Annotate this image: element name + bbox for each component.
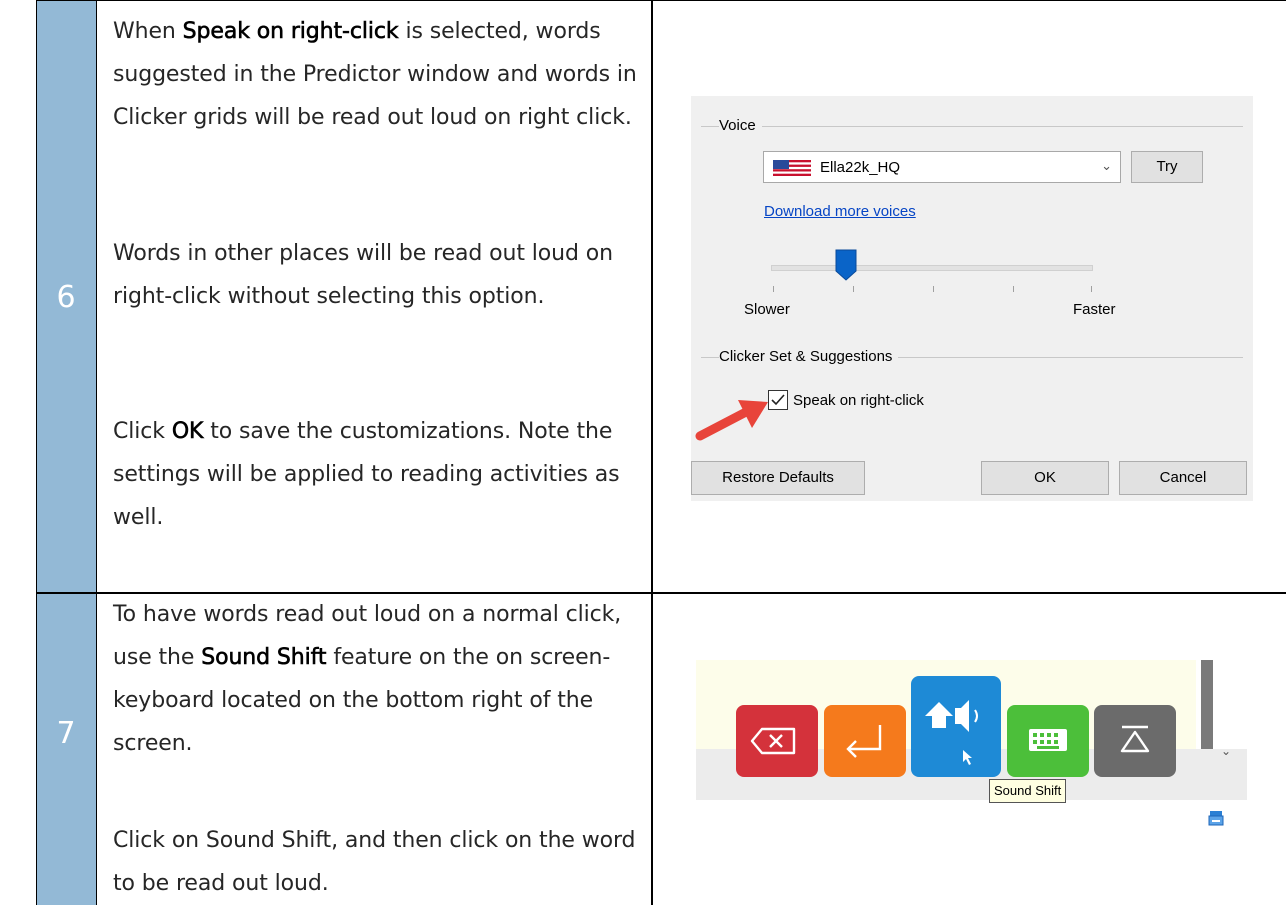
- enter-icon: [846, 725, 882, 758]
- table-border: [36, 0, 1286, 1]
- speak-checkbox-label[interactable]: Speak on right-click: [793, 392, 924, 409]
- ok-button[interactable]: OK: [981, 461, 1109, 495]
- table-border: [651, 0, 653, 905]
- eject-icon: [1120, 725, 1150, 753]
- restore-defaults-button[interactable]: Restore Defaults: [691, 461, 865, 495]
- chevron-down-icon[interactable]: ⌄: [1221, 744, 1231, 758]
- voice-name: Ella22k_HQ: [820, 159, 901, 176]
- slider-tick: [1013, 286, 1014, 292]
- red-arrow-icon: [695, 400, 768, 441]
- step-number: 6: [56, 280, 76, 315]
- paragraph: Words in other places will be read out l…: [113, 241, 613, 309]
- enter-key[interactable]: [824, 705, 906, 777]
- us-flag-icon: [773, 160, 811, 176]
- instruction-text-cell: When Speak on right-click is selected, w…: [97, 0, 651, 593]
- sound-shift-key[interactable]: [911, 676, 1001, 777]
- table-border: [36, 0, 37, 905]
- step-number-cell: 7: [36, 593, 96, 905]
- sound-shift-tooltip: Sound Shift: [989, 779, 1067, 803]
- paragraph: Click OK to save the customizations. Not…: [113, 419, 620, 530]
- keyboard-tray-icon[interactable]: [1208, 810, 1224, 826]
- keyboard-key[interactable]: [1007, 705, 1089, 777]
- paragraph: Click on Sound Shift, and then click on …: [113, 828, 636, 896]
- backspace-key[interactable]: [736, 705, 818, 777]
- group-divider: [701, 126, 1243, 127]
- paragraph: To have words read out loud on a normal …: [113, 602, 622, 756]
- clicker-group-label: Clicker Set & Suggestions: [719, 348, 899, 365]
- slider-max-label: Faster: [1073, 301, 1116, 318]
- download-voices-link[interactable]: Download more voices: [764, 203, 916, 220]
- slider-tick: [853, 286, 854, 292]
- backspace-icon: [750, 727, 796, 755]
- slider-min-label: Slower: [744, 301, 790, 318]
- bold-term: OK: [171, 419, 204, 445]
- scrollbar[interactable]: [1201, 660, 1213, 749]
- bold-term: Sound Shift: [201, 645, 327, 671]
- table-border: [96, 0, 97, 905]
- speed-slider-track: [771, 265, 1093, 271]
- chevron-down-icon: ⌄: [1101, 158, 1112, 173]
- try-button[interactable]: Try: [1131, 151, 1203, 183]
- step-number: 7: [56, 716, 76, 751]
- keyboard-icon: [1029, 729, 1067, 751]
- slider-tick: [933, 286, 934, 292]
- instruction-text-cell: To have words read out loud on a normal …: [97, 593, 651, 905]
- slider-tick: [1091, 286, 1092, 292]
- voice-select[interactable]: Ella22k_HQ ⌄: [763, 151, 1121, 183]
- bold-term: Speak on right-click: [182, 19, 399, 45]
- sound-shift-icon: [925, 700, 978, 765]
- hide-keyboard-key[interactable]: [1094, 705, 1176, 777]
- on-screen-keyboard: ⌄: [696, 660, 1247, 800]
- table-border: [36, 592, 1286, 594]
- speed-slider-thumb[interactable]: [835, 249, 857, 281]
- voice-group-label: Voice: [719, 117, 762, 134]
- step-number-cell: 6: [36, 0, 96, 593]
- cancel-button[interactable]: Cancel: [1119, 461, 1247, 495]
- voice-settings-dialog: Voice Ella22k_HQ ⌄ Try Download more voi…: [691, 96, 1253, 501]
- slider-tick: [773, 286, 774, 292]
- paragraph: When Speak on right-click is selected, w…: [113, 19, 637, 130]
